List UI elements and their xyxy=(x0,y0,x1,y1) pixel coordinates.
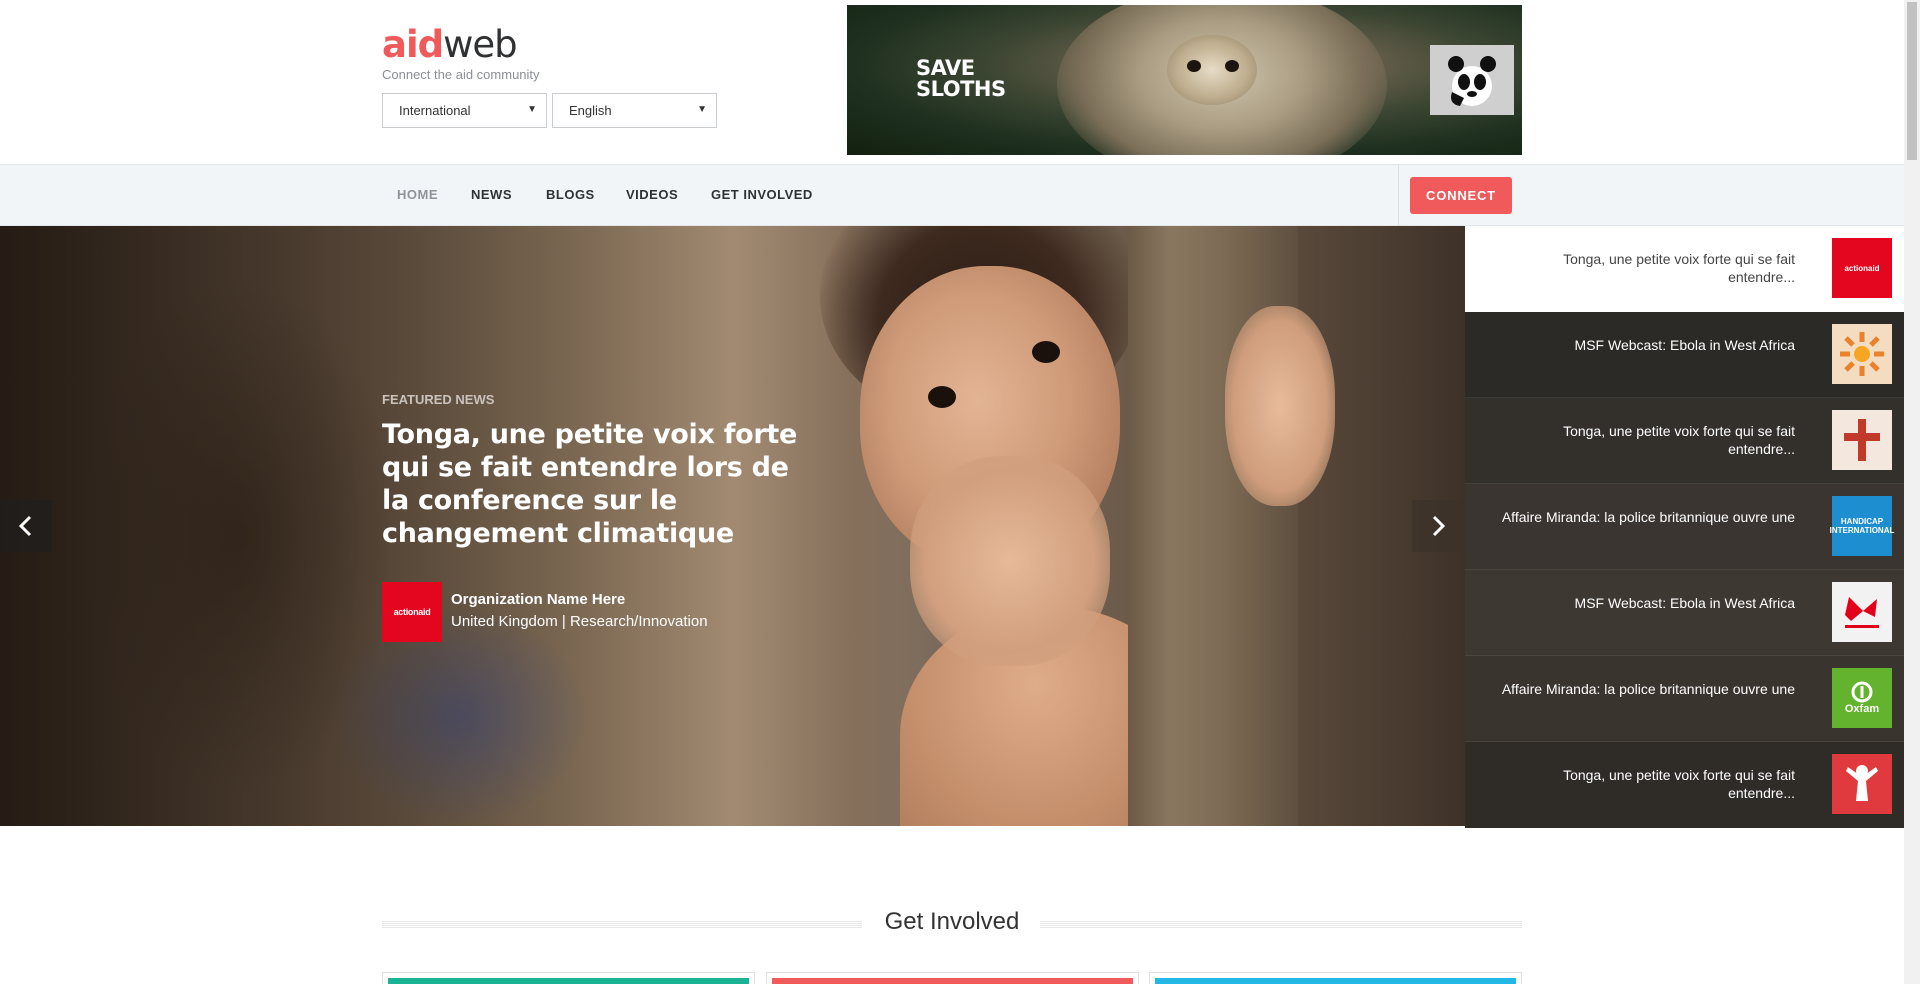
chevron-right-icon xyxy=(1432,515,1446,537)
region-select[interactable]: International ▼ xyxy=(382,93,547,128)
section-title: Get Involved xyxy=(884,908,1020,935)
banner-headline-line2: SLOTHS xyxy=(916,77,1006,101)
banner-headline: SAVE SLOTHS xyxy=(916,58,1006,100)
list-item-title: Affaire Miranda: la police britannique o… xyxy=(1501,509,1795,525)
chevron-left-icon xyxy=(18,515,32,537)
nav-get-involved[interactable]: GET INVOLVED xyxy=(711,187,813,202)
list-item-title: MSF Webcast: Ebola in West Africa xyxy=(1574,337,1795,353)
list-item-title: Tonga, une petite voix forte qui se fait… xyxy=(1563,251,1795,285)
photo-child-eye xyxy=(928,386,956,408)
nav-divider xyxy=(1398,165,1399,226)
page-scrollbar[interactable] xyxy=(1904,0,1920,984)
sloth-eye xyxy=(1187,60,1201,72)
list-item[interactable]: MSF Webcast: Ebola in West Africa xyxy=(1465,570,1904,656)
photo-child-hand xyxy=(1225,306,1335,506)
list-item[interactable]: Tonga, une petite voix forte qui se fait… xyxy=(1465,398,1904,484)
scrollbar-thumb[interactable] xyxy=(1907,2,1917,160)
nav-videos[interactable]: VIDEOS xyxy=(626,187,678,202)
list-item[interactable]: MSF Webcast: Ebola in West Africa xyxy=(1465,312,1904,398)
get-involved-heading: Get Involved xyxy=(382,908,1522,938)
nav-home[interactable]: HOME xyxy=(397,187,438,202)
list-item[interactable]: Tonga, une petite voix forte qui se fait… xyxy=(1465,226,1904,312)
get-involved-card[interactable] xyxy=(382,972,755,984)
banner-headline-line1: SAVE xyxy=(916,56,975,80)
ad-banner[interactable]: SAVE SLOTHS xyxy=(847,5,1522,155)
org-logo[interactable]: actionaid xyxy=(382,582,442,642)
page: aidweb Connect the aid community Interna… xyxy=(0,0,1904,984)
list-item[interactable]: Affaire Miranda: la police britannique o… xyxy=(1465,656,1904,742)
oxfam-logo-icon xyxy=(1851,681,1873,703)
slider-prev-button[interactable] xyxy=(0,500,52,552)
list-item[interactable]: Tonga, une petite voix forte qui se fait… xyxy=(1465,742,1904,828)
list-item-title: Tonga, une petite voix forte qui se fait… xyxy=(1563,767,1795,801)
card-accent-bar xyxy=(1155,978,1516,984)
get-involved-card[interactable] xyxy=(766,972,1139,984)
panda-logo-icon xyxy=(1430,45,1514,115)
main-nav: HOME NEWS BLOGS VIDEOS GET INVOLVED xyxy=(0,165,1904,226)
org-logo: Oxfam xyxy=(1832,668,1892,728)
chevron-down-icon: ▼ xyxy=(527,104,537,115)
site-logo[interactable]: aidweb xyxy=(382,23,518,66)
chevron-down-icon: ▼ xyxy=(697,104,707,115)
language-select-value: English xyxy=(569,103,612,118)
featured-list: Tonga, une petite voix forte qui se fait… xyxy=(1465,226,1904,828)
list-item-title: MSF Webcast: Ebola in West Africa xyxy=(1574,595,1795,611)
logo-rest: web xyxy=(443,23,518,66)
logo-accent: aid xyxy=(382,23,444,66)
tagline: Connect the aid community xyxy=(382,67,540,82)
card-accent-bar xyxy=(772,978,1133,984)
featured-slider: FEATURED NEWS Tonga, une petite voix for… xyxy=(0,226,1465,826)
org-meta: United Kingdom | Research/Innovation xyxy=(451,613,708,630)
featured-label: FEATURED NEWS xyxy=(382,392,495,407)
region-select-value: International xyxy=(399,103,471,118)
featured-title[interactable]: Tonga, une petite voix forte qui se fait… xyxy=(382,418,822,550)
slider-next-button[interactable] xyxy=(1412,500,1464,552)
language-select[interactable]: English ▼ xyxy=(552,93,717,128)
get-involved-card[interactable] xyxy=(1149,972,1522,984)
connect-button[interactable]: CONNECT xyxy=(1410,177,1512,214)
list-item-title: Affaire Miranda: la police britannique o… xyxy=(1501,681,1795,697)
list-item[interactable]: Affaire Miranda: la police britannique o… xyxy=(1465,484,1904,570)
sloth-face xyxy=(1167,35,1257,105)
photo-child-eye xyxy=(1032,341,1060,363)
photo-child-hand xyxy=(910,456,1110,666)
site-header: aidweb Connect the aid community Interna… xyxy=(0,0,1904,165)
nav-blogs[interactable]: BLOGS xyxy=(546,187,595,202)
sun-logo-icon xyxy=(1832,324,1892,384)
org-logo: HANDICAP INTERNATIONAL xyxy=(1830,496,1894,556)
list-item-title: Tonga, une petite voix forte qui se fait… xyxy=(1563,423,1795,457)
msf-logo-icon xyxy=(1832,582,1892,642)
org-logo: actionaid xyxy=(1832,238,1892,298)
caritas-logo-icon xyxy=(1832,410,1892,470)
card-accent-bar xyxy=(388,978,749,984)
nav-news[interactable]: NEWS xyxy=(471,187,512,202)
org-name[interactable]: Organization Name Here xyxy=(451,591,625,608)
sloth-eye xyxy=(1225,60,1239,72)
save-the-children-logo-icon xyxy=(1832,754,1892,814)
org-logo-text: Oxfam xyxy=(1844,703,1880,715)
